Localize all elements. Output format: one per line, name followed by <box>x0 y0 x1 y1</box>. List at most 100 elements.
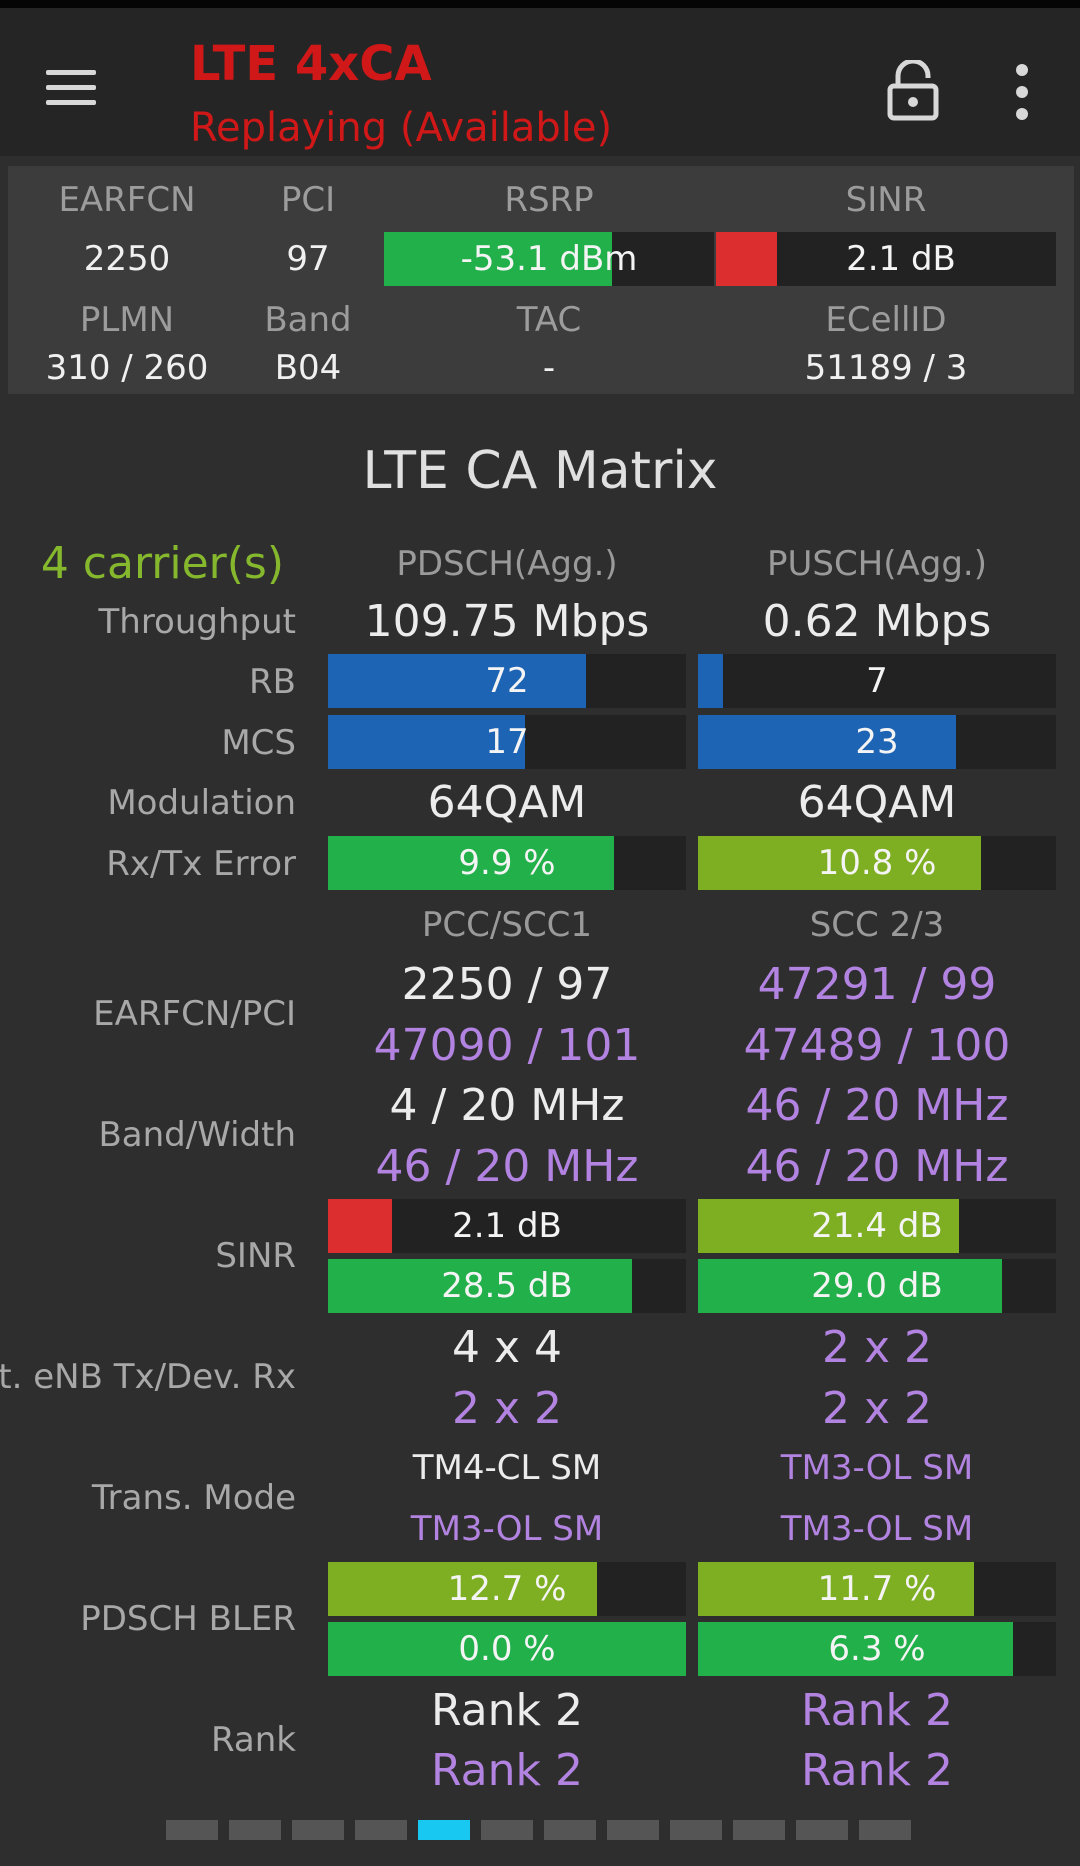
rsrp-header: RSRP <box>504 180 594 220</box>
scc1-trans-mode: TM3-OL SM <box>410 1509 604 1549</box>
pcc-bler-bar: 12.7 % <box>328 1562 686 1616</box>
scc3-sinr-value: 29.0 dB <box>811 1266 943 1306</box>
pci-value: 97 <box>286 239 330 279</box>
scc3-rank: Rank 2 <box>801 1745 953 1796</box>
earfcn-header: EARFCN <box>58 180 196 220</box>
trans-mode-label: Trans. Mode <box>91 1478 296 1518</box>
page-dot[interactable] <box>355 1820 407 1840</box>
pdsch-mcs-value: 17 <box>485 722 529 762</box>
page-dot[interactable] <box>418 1820 470 1840</box>
pusch-rb-value: 7 <box>866 661 888 701</box>
scc3-ant: 2 x 2 <box>822 1383 932 1434</box>
scc1-rank: Rank 2 <box>431 1745 583 1796</box>
pcc-trans-mode: TM4-CL SM <box>412 1448 602 1488</box>
scc1-band-width: 46 / 20 MHz <box>375 1141 639 1192</box>
pci-header: PCI <box>280 180 336 220</box>
scc3-bler-bar: 6.3 % <box>698 1622 1056 1676</box>
page-dot[interactable] <box>544 1820 596 1840</box>
rank-label: Rank <box>211 1720 296 1760</box>
page-dot[interactable] <box>670 1820 722 1840</box>
pdsch-mcs-bar: 17 <box>328 715 686 769</box>
pcc-earfcn-pci: 2250 / 97 <box>401 959 613 1010</box>
scc1-earfcn-pci: 47090 / 101 <box>373 1020 641 1071</box>
pdsch-modulation: 64QAM <box>427 777 587 828</box>
scc2-ant: 2 x 2 <box>822 1322 932 1373</box>
band-width-label: Band/Width <box>98 1115 296 1155</box>
app-bar: LTE 4xCA Replaying (Available) <box>0 8 1080 156</box>
tac-value: - <box>542 348 556 388</box>
pusch-modulation: 64QAM <box>797 777 957 828</box>
pusch-mcs-value: 23 <box>855 722 899 762</box>
pusch-mcs-bar: 23 <box>698 715 1056 769</box>
pcc-band-width: 4 / 20 MHz <box>389 1080 625 1131</box>
scc2-trans-mode: TM3-OL SM <box>780 1448 974 1488</box>
scc3-earfcn-pci: 47489 / 100 <box>743 1020 1011 1071</box>
pdsch-rb-bar: 72 <box>328 654 686 708</box>
page-dot[interactable] <box>481 1820 533 1840</box>
sinr-label: SINR <box>215 1236 296 1276</box>
mcs-label: MCS <box>221 723 296 763</box>
page-dot[interactable] <box>859 1820 911 1840</box>
scc2-bler-bar: 11.7 % <box>698 1562 1056 1616</box>
page-dot[interactable] <box>229 1820 281 1840</box>
pusch-throughput: 0.62 Mbps <box>762 596 992 647</box>
app-title: LTE 4xCA <box>190 36 432 92</box>
pusch-error-value: 10.8 % <box>817 843 937 883</box>
scc1-sinr-value: 28.5 dB <box>441 1266 573 1306</box>
bler-label: PDSCH BLER <box>80 1599 296 1639</box>
pdsch-throughput: 109.75 Mbps <box>364 596 650 647</box>
sinr-bar: 2.1 dB <box>716 232 1056 286</box>
lock-open-icon[interactable] <box>884 58 942 122</box>
page-dot[interactable] <box>733 1820 785 1840</box>
plmn-value: 310 / 260 <box>45 348 209 388</box>
scc2-bler-value: 11.7 % <box>817 1569 937 1609</box>
band-header: Band <box>264 300 352 340</box>
page-dot[interactable] <box>166 1820 218 1840</box>
scc1-bler-value: 0.0 % <box>458 1629 556 1669</box>
scc1-sinr-bar: 28.5 dB <box>328 1259 686 1313</box>
scc2-sinr-value: 21.4 dB <box>811 1206 943 1246</box>
scc23-header: SCC 2/3 <box>809 905 945 945</box>
scc2-sinr-bar: 21.4 dB <box>698 1199 1056 1253</box>
error-label: Rx/Tx Error <box>106 844 296 884</box>
serving-cell-panel: EARFCN PCI RSRP SINR 2250 97 -53.1 dBm 2… <box>8 166 1074 394</box>
modulation-label: Modulation <box>107 783 296 823</box>
scc2-rank: Rank 2 <box>801 1685 953 1736</box>
pusch-rb-bar: 7 <box>698 654 1056 708</box>
rsrp-value: -53.1 dBm <box>460 239 638 279</box>
rb-label: RB <box>249 662 296 702</box>
more-vert-icon[interactable] <box>1006 64 1038 120</box>
status-bar <box>0 0 1080 8</box>
pcc-bler-value: 12.7 % <box>447 1569 567 1609</box>
scc2-earfcn-pci: 47291 / 99 <box>757 959 997 1010</box>
pcc-ant: 4 x 4 <box>452 1322 562 1373</box>
sinr-value: 2.1 dB <box>846 239 956 279</box>
page-dot[interactable] <box>292 1820 344 1840</box>
menu-icon[interactable] <box>46 68 98 108</box>
ant-label: Ant. eNB Tx/Dev. Rx <box>0 1357 296 1397</box>
scc3-bler-value: 6.3 % <box>828 1629 926 1669</box>
page-dot[interactable] <box>607 1820 659 1840</box>
scc3-sinr-bar: 29.0 dB <box>698 1259 1056 1313</box>
pdsch-error-bar: 9.9 % <box>328 836 686 890</box>
carriers-count: 4 carrier(s) <box>40 538 284 589</box>
pcc-sinr-bar: 2.1 dB <box>328 1199 686 1253</box>
earfcn-value: 2250 <box>83 239 171 279</box>
pusch-error-bar: 10.8 % <box>698 836 1056 890</box>
pdsch-header: PDSCH(Agg.) <box>396 544 618 584</box>
ecellid-value: 51189 / 3 <box>804 348 968 388</box>
pcc-scc1-header: PCC/SCC1 <box>421 905 593 945</box>
ecellid-header: ECellID <box>825 300 947 340</box>
pcc-sinr-value: 2.1 dB <box>452 1206 562 1246</box>
plmn-header: PLMN <box>79 300 175 340</box>
pdsch-error-value: 9.9 % <box>458 843 556 883</box>
scc1-bler-bar: 0.0 % <box>328 1622 686 1676</box>
pcc-rank: Rank 2 <box>431 1685 583 1736</box>
band-value: B04 <box>274 348 342 388</box>
scc2-band-width: 46 / 20 MHz <box>745 1080 1009 1131</box>
sinr-header: SINR <box>845 180 927 220</box>
app-subtitle: Replaying (Available) <box>190 105 613 151</box>
page-dot[interactable] <box>796 1820 848 1840</box>
rsrp-bar: -53.1 dBm <box>384 232 714 286</box>
tac-header: TAC <box>516 300 582 340</box>
